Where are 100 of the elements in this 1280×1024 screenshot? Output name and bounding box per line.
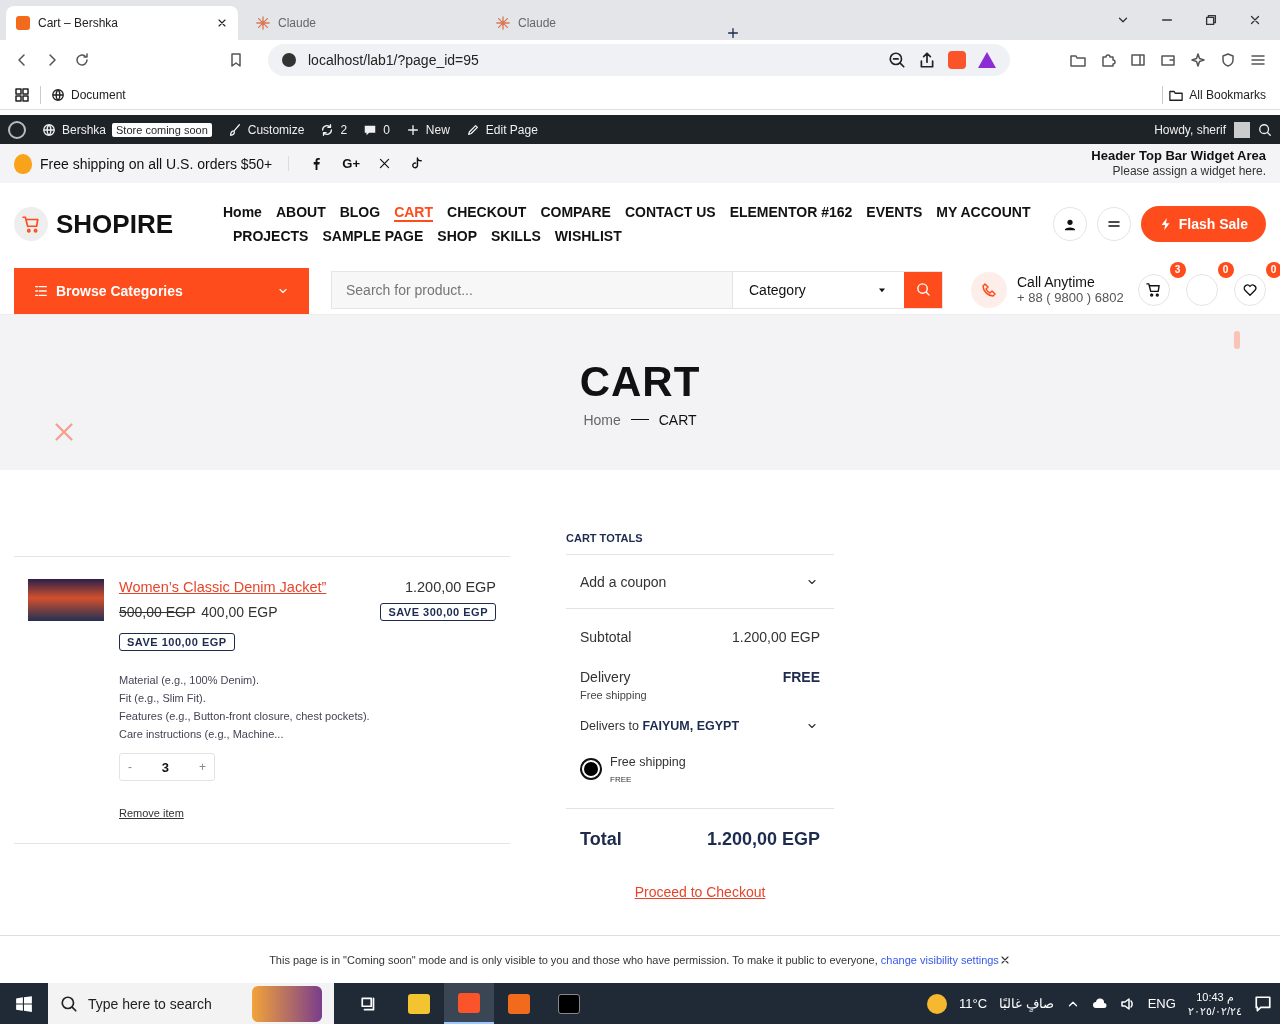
weather-text[interactable]: صافٍ غالبًا xyxy=(999,996,1054,1011)
remove-item-link[interactable]: Remove item xyxy=(119,807,184,819)
notifications-icon[interactable] xyxy=(1254,994,1272,1013)
total-value: 1.200,00 EGP xyxy=(706,829,820,850)
clock-date[interactable]: ٢٠٢٥/٠٢/٢٤ xyxy=(1187,1003,1242,1018)
address-bar[interactable]: localhost/lab1/?page_id=95 xyxy=(268,44,1010,76)
search-icon[interactable] xyxy=(1258,122,1272,137)
breadcrumb-link[interactable]: Home xyxy=(583,411,621,428)
shield-icon[interactable] xyxy=(1220,52,1236,68)
language-indicator[interactable]: ENG xyxy=(1147,996,1176,1011)
nav-link[interactable]: ELEMENTOR #162 xyxy=(729,204,853,222)
x-icon[interactable] xyxy=(378,157,392,170)
quantity-stepper[interactable]: - 3 + xyxy=(119,753,215,781)
wishlist-count: 0 xyxy=(1265,261,1280,278)
browser-tab[interactable]: Claude xyxy=(486,6,718,40)
nav-link[interactable]: BLOG xyxy=(339,204,381,222)
nav-link[interactable]: SHOP xyxy=(437,228,478,244)
nav-link[interactable]: WISHLIST xyxy=(554,228,622,244)
checkout-link[interactable]: Proceed to Checkout xyxy=(566,884,834,900)
nav-link[interactable]: PROJECTS xyxy=(233,228,309,244)
description-line: Features (e.g., Button-front closure, chest pockets). xyxy=(119,709,371,724)
nav-link[interactable]: EVENTS xyxy=(866,204,923,222)
reload-icon[interactable] xyxy=(74,52,90,68)
heart-icon xyxy=(1242,282,1257,297)
nav-link[interactable]: COMPARE xyxy=(540,204,611,222)
account-button[interactable] xyxy=(1052,207,1087,241)
delivery-value: FREE xyxy=(782,669,820,685)
search-button[interactable] xyxy=(904,271,942,308)
updates-count[interactable]: 2 xyxy=(340,122,348,137)
google-plus-link[interactable]: G+ xyxy=(342,156,361,171)
bookmark-folder[interactable]: All Bookmarks xyxy=(1189,87,1266,102)
sidebar-icon[interactable] xyxy=(1130,52,1146,68)
share-icon[interactable] xyxy=(918,51,936,69)
sparkle-icon[interactable] xyxy=(1190,52,1206,68)
nav-link[interactable]: MY ACCOUNT xyxy=(936,204,1031,222)
shipping-radio[interactable] xyxy=(580,758,602,780)
zoom-out-icon[interactable] xyxy=(888,51,906,69)
puzzle-icon[interactable] xyxy=(1100,52,1116,68)
taskbar-search-field[interactable]: Type here to search xyxy=(48,983,334,1024)
shipping-option-label: Free shipping xyxy=(610,755,686,769)
sunburst-icon xyxy=(256,16,270,30)
promo-text: Free shipping on all U.S. orders $50+ xyxy=(40,155,273,172)
nav-link[interactable]: SAMPLE PAGE xyxy=(322,228,424,244)
cart-count: 3 xyxy=(1169,261,1186,278)
comments-count[interactable]: 0 xyxy=(383,122,390,137)
sync-icon xyxy=(320,122,335,137)
nav-link[interactable]: ABOUT xyxy=(275,204,326,222)
shipping-option-price: FREE xyxy=(610,775,633,784)
wallet-icon[interactable] xyxy=(1160,52,1176,68)
restore-icon[interactable] xyxy=(1204,13,1218,27)
list-icon xyxy=(34,284,48,298)
status-badge: Store coming soon xyxy=(112,122,212,137)
customize-link[interactable]: Customize xyxy=(247,122,305,137)
globe-icon xyxy=(51,87,65,102)
description-line: Care instructions (e.g., Machine... xyxy=(119,727,285,742)
edit-page-link[interactable]: Edit Page xyxy=(485,122,538,137)
close-icon[interactable] xyxy=(216,17,228,29)
greeting-link[interactable]: Howdy, sherif xyxy=(1154,122,1226,137)
windows-start-icon[interactable] xyxy=(15,994,33,1013)
tiktok-icon[interactable] xyxy=(409,156,425,171)
call-label: Call Anytime xyxy=(1017,274,1096,290)
bookmark-icon[interactable] xyxy=(228,52,244,68)
widget-title: Header Top Bar Widget Area xyxy=(1091,148,1266,163)
site-name-link[interactable]: Bershka xyxy=(62,122,107,137)
new-link[interactable]: New xyxy=(425,122,450,137)
product-link[interactable]: Women’s Classic Denim Jacket” xyxy=(119,579,327,595)
browser-tab[interactable]: Claude xyxy=(246,6,478,40)
speaker-icon[interactable] xyxy=(1119,995,1136,1012)
phone-number: + 88 ( 9800 ) 6802 xyxy=(1017,290,1124,305)
nav-link[interactable]: CONTACT US xyxy=(624,204,716,222)
sale-price: 400,00 EGP xyxy=(201,604,278,620)
temperature[interactable]: 11°C xyxy=(959,996,988,1011)
sunburst-icon xyxy=(496,16,510,30)
nav-link[interactable]: Home xyxy=(223,204,262,222)
delivery-location-toggle[interactable]: Delivers to FAIYUM, EGYPT xyxy=(566,719,834,733)
cart-icon xyxy=(1146,282,1162,297)
subtotal-value: 1.200,00 EGP xyxy=(732,629,820,645)
increase-button[interactable]: + xyxy=(198,760,206,774)
line-total: 1.200,00 EGP xyxy=(404,579,496,595)
description-line: Fit (e.g., Slim Fit). xyxy=(119,691,207,706)
menu-icon[interactable] xyxy=(1250,52,1266,68)
triangle-icon[interactable] xyxy=(978,52,996,68)
plus-icon[interactable] xyxy=(726,26,740,40)
apps-grid-icon[interactable] xyxy=(14,86,30,103)
clock-time[interactable]: 10:43 م xyxy=(1187,989,1242,1004)
logo-text[interactable]: SHOPIRE xyxy=(56,208,174,240)
nav-link[interactable]: CHECKOUT xyxy=(447,204,527,222)
line-savings-tag: SAVE 300,00 EGP xyxy=(380,603,496,621)
coupon-toggle[interactable]: Add a coupon xyxy=(566,555,834,609)
brush-icon xyxy=(227,122,242,137)
nav-link[interactable]: SKILLS xyxy=(491,228,541,244)
decrease-button[interactable]: - xyxy=(128,760,132,774)
delivery-method: Free shipping xyxy=(579,689,648,701)
folder-icon[interactable] xyxy=(1070,52,1086,68)
product-search-bar[interactable]: Search for product... Category xyxy=(331,270,943,309)
page-title: CART xyxy=(579,357,701,406)
visibility-settings-link[interactable]: change visibility settings xyxy=(880,953,999,966)
browser-tab[interactable]: Cart – Bershka xyxy=(6,6,238,40)
bookmark-link[interactable]: Document xyxy=(71,87,126,102)
close-icon[interactable] xyxy=(1248,13,1262,27)
